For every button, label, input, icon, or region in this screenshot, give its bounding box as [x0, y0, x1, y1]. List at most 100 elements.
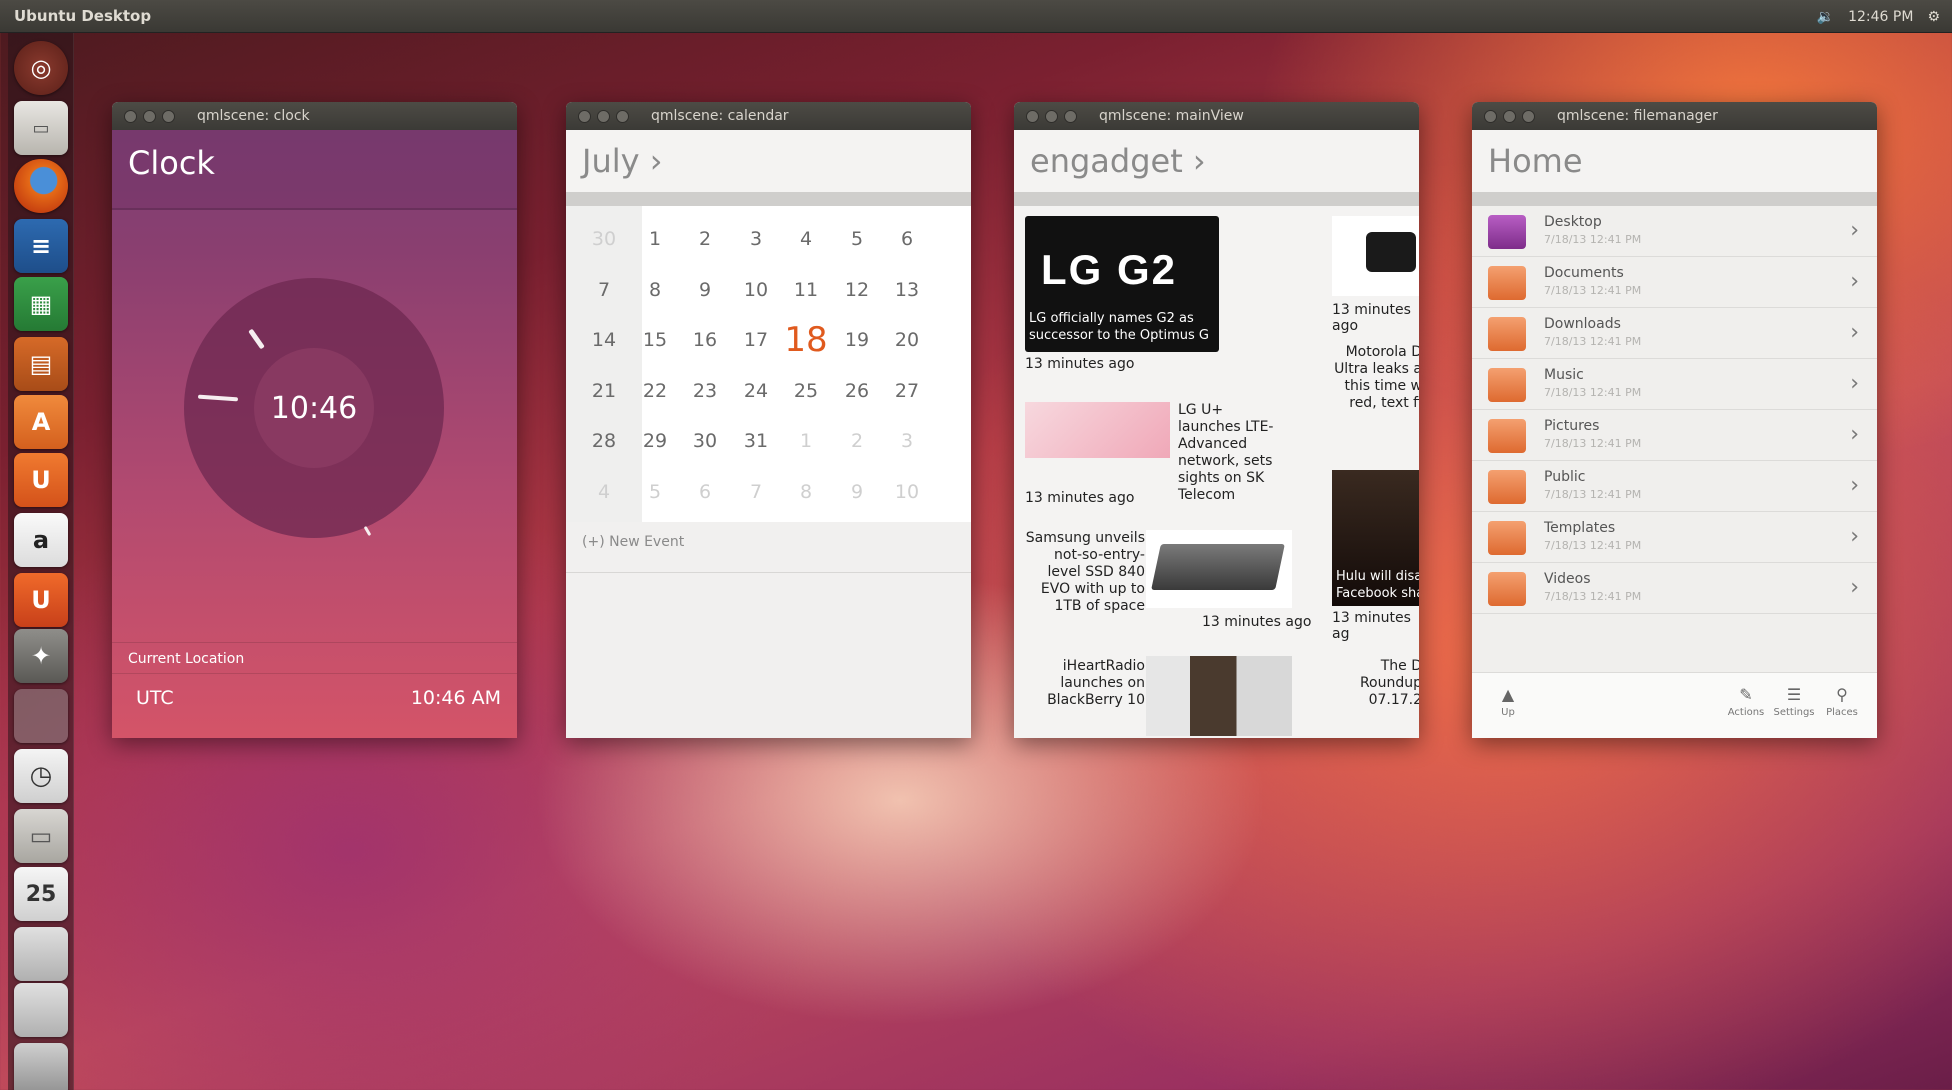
ubuntu-logo-icon[interactable]: ◎ — [14, 41, 68, 95]
close-icon[interactable] — [1484, 109, 1497, 123]
amazon-icon[interactable]: a — [14, 513, 68, 567]
minimize-icon[interactable] — [1045, 109, 1058, 123]
maximize-icon[interactable] — [162, 109, 175, 123]
calendar-day[interactable]: 5 — [832, 214, 882, 264]
article-thumbnail[interactable] — [1332, 216, 1419, 296]
calendar-day[interactable]: 23 — [680, 366, 730, 416]
calendar-day[interactable]: 16 — [680, 315, 730, 365]
window-titlebar[interactable]: qmlscene: mainView — [1014, 102, 1419, 130]
calendar-day[interactable]: 30 — [680, 416, 730, 466]
month-title[interactable]: July › — [566, 130, 971, 192]
drive-icon[interactable] — [14, 927, 68, 981]
ubuntu-one-music-icon[interactable]: U — [14, 573, 68, 627]
feed-title[interactable]: engadget › — [1014, 130, 1419, 192]
calendar-day[interactable]: 21 — [579, 366, 629, 416]
files-icon[interactable]: ▭ — [14, 101, 68, 155]
calendar-day[interactable]: 8 — [781, 467, 831, 517]
calendar-day[interactable]: 4 — [781, 214, 831, 264]
calendar-day[interactable]: 6 — [680, 467, 730, 517]
new-event-button[interactable]: (+) New Event — [582, 534, 684, 550]
calendar-day[interactable]: 18 — [781, 315, 831, 365]
calendar-day[interactable]: 20 — [882, 315, 932, 365]
calendar-day[interactable]: 7 — [731, 467, 781, 517]
minimize-icon[interactable] — [143, 109, 156, 123]
article-thumbnail[interactable]: Hulu will disa Facebook sha — [1332, 470, 1419, 606]
window-titlebar[interactable]: qmlscene: filemanager — [1472, 102, 1877, 130]
calendar-day[interactable]: 2 — [832, 416, 882, 466]
writer-icon[interactable]: ≡ — [14, 219, 68, 273]
window-titlebar[interactable]: qmlscene: clock — [112, 102, 517, 130]
minimize-icon[interactable] — [1503, 109, 1516, 123]
folder-row[interactable]: Documents 7/18/13 12:41 PM › — [1472, 257, 1877, 308]
calendar-day[interactable]: 8 — [630, 265, 680, 315]
calendar-app-icon[interactable]: 25 — [14, 867, 68, 921]
location-row[interactable]: UTC 10:46 AM — [112, 674, 517, 722]
calendar-day[interactable]: 31 — [731, 416, 781, 466]
system-settings-icon[interactable]: ✦ — [14, 629, 68, 683]
clock-app-icon[interactable]: ◷ — [14, 749, 68, 803]
calendar-day[interactable]: 30 — [579, 214, 629, 264]
settings-button[interactable]: ☰ Settings — [1770, 685, 1818, 718]
calendar-day[interactable]: 3 — [731, 214, 781, 264]
folder-row[interactable]: Videos 7/18/13 12:41 PM › — [1472, 563, 1877, 614]
calendar-day[interactable]: 25 — [781, 366, 831, 416]
calendar-day[interactable]: 28 — [579, 416, 629, 466]
calendar-day[interactable]: 17 — [731, 315, 781, 365]
software-center-icon[interactable]: A — [14, 395, 68, 449]
calc-icon[interactable]: ▦ — [14, 277, 68, 331]
maximize-icon[interactable] — [616, 109, 629, 123]
file-manager-icon[interactable]: ▭ — [14, 809, 68, 863]
calendar-day[interactable]: 22 — [630, 366, 680, 416]
calendar-day[interactable]: 1 — [781, 416, 831, 466]
minimize-icon[interactable] — [597, 109, 610, 123]
calendar-day[interactable]: 6 — [882, 214, 932, 264]
folder-row[interactable]: Templates 7/18/13 12:41 PM › — [1472, 512, 1877, 563]
calendar-day[interactable]: 15 — [630, 315, 680, 365]
calendar-day[interactable]: 9 — [680, 265, 730, 315]
article-thumbnail[interactable]: LG G2 LG officially names G2 as successo… — [1025, 216, 1219, 352]
calendar-day[interactable]: 19 — [832, 315, 882, 365]
calendar-day[interactable]: 26 — [832, 366, 882, 416]
up-button[interactable]: ▲ Up — [1484, 685, 1532, 718]
actions-button[interactable]: ✎ Actions — [1722, 685, 1770, 718]
folder-row[interactable]: Public 7/18/13 12:41 PM › — [1472, 461, 1877, 512]
close-icon[interactable] — [1026, 109, 1039, 123]
drive-icon[interactable] — [14, 983, 68, 1037]
clock-indicator[interactable]: 12:46 PM — [1848, 9, 1913, 25]
maximize-icon[interactable] — [1522, 109, 1535, 123]
folder-row[interactable]: Downloads 7/18/13 12:41 PM › — [1472, 308, 1877, 359]
places-button[interactable]: ⚲ Places — [1818, 685, 1866, 718]
calendar-day[interactable]: 10 — [882, 467, 932, 517]
article-thumbnail[interactable] — [1146, 656, 1292, 736]
calendar-day[interactable]: 27 — [882, 366, 932, 416]
calendar-day[interactable]: 5 — [630, 467, 680, 517]
close-icon[interactable] — [124, 109, 137, 123]
firefox-icon[interactable] — [14, 159, 68, 213]
gear-icon[interactable]: ⚙ — [1927, 9, 1940, 25]
article-thumbnail[interactable] — [1146, 530, 1292, 608]
calendar-day[interactable]: 7 — [579, 265, 629, 315]
folder-row[interactable]: Desktop 7/18/13 12:41 PM › — [1472, 206, 1877, 257]
calendar-day[interactable]: 29 — [630, 416, 680, 466]
blank-app-icon[interactable] — [14, 689, 68, 743]
close-icon[interactable] — [578, 109, 591, 123]
folder-row[interactable]: Music 7/18/13 12:41 PM › — [1472, 359, 1877, 410]
calendar-day[interactable]: 11 — [781, 265, 831, 315]
folder-row[interactable]: Pictures 7/18/13 12:41 PM › — [1472, 410, 1877, 461]
article-thumbnail[interactable] — [1025, 402, 1170, 458]
calendar-day[interactable]: 10 — [731, 265, 781, 315]
calendar-day[interactable]: 13 — [882, 265, 932, 315]
calendar-day[interactable]: 9 — [832, 467, 882, 517]
speaker-icon[interactable]: 🔉 — [1817, 9, 1834, 25]
clock-dial[interactable]: 10:46 — [184, 278, 444, 538]
ubuntu-one-icon[interactable]: U — [14, 453, 68, 507]
trash-icon[interactable] — [14, 1043, 68, 1090]
impress-icon[interactable]: ▤ — [14, 337, 68, 391]
maximize-icon[interactable] — [1064, 109, 1077, 123]
calendar-day[interactable]: 14 — [579, 315, 629, 365]
window-titlebar[interactable]: qmlscene: calendar — [566, 102, 971, 130]
calendar-day[interactable]: 12 — [832, 265, 882, 315]
calendar-day[interactable]: 2 — [680, 214, 730, 264]
calendar-day[interactable]: 4 — [579, 467, 629, 517]
calendar-day[interactable]: 24 — [731, 366, 781, 416]
